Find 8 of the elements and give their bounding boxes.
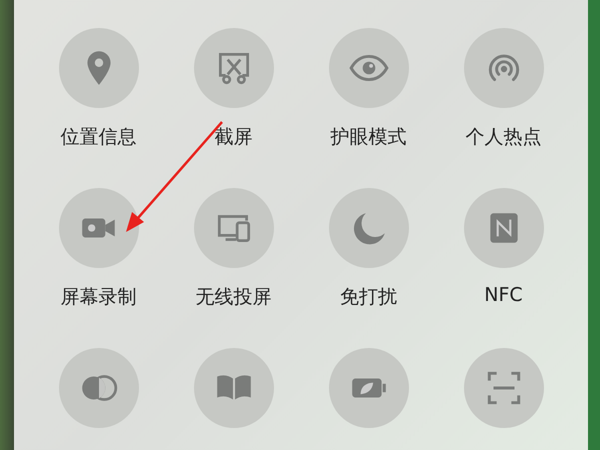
toggle-label: 屏幕录制 (60, 285, 136, 310)
toggle-label: NFC (484, 284, 523, 306)
toggle-label: 位置信息 (60, 125, 136, 150)
toggle-label: 护眼模式 (330, 125, 406, 150)
toggle-label: 免打扰 (340, 285, 397, 310)
toggle-label: 截屏 (214, 125, 252, 150)
toggle-label: 个人热点 (466, 125, 542, 150)
toggle-label: 无线投屏 (196, 285, 272, 310)
